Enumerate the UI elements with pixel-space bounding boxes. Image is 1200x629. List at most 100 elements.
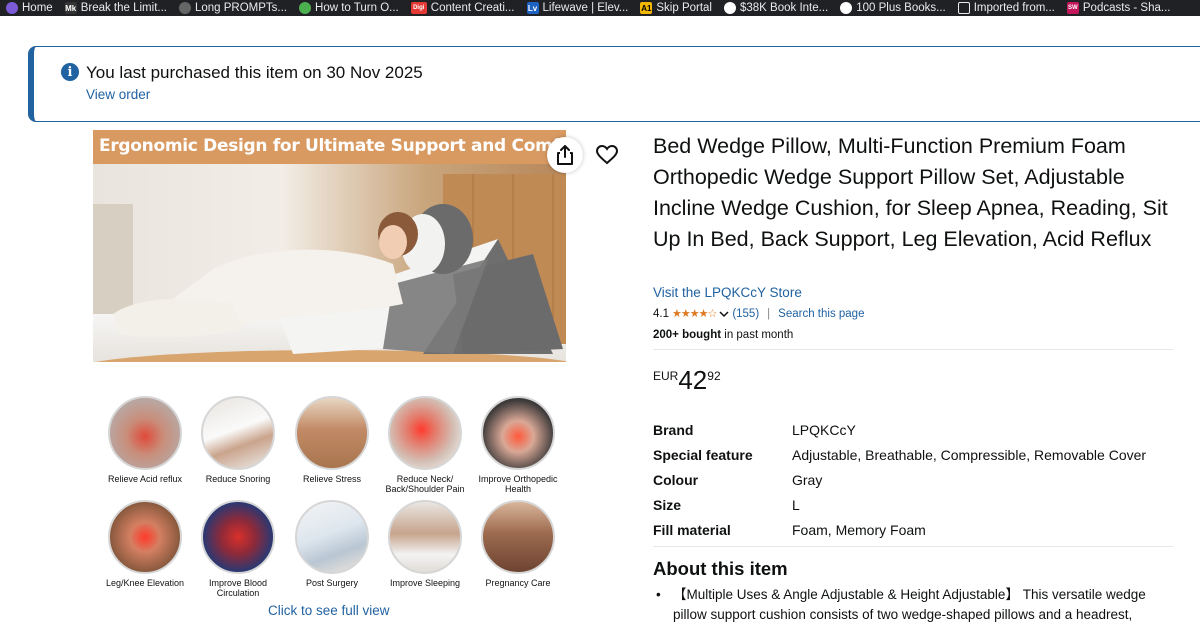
spec-value: LPQKCcY (792, 421, 856, 438)
bookmark-how-to-turn[interactable]: How to Turn O... (293, 0, 405, 16)
spec-row-size: Size L (653, 492, 1146, 517)
rating-row: 4.1 ★★★★☆ (155) | Search this page (653, 307, 864, 321)
stress-image (295, 396, 369, 470)
bookmark-label: Imported from... (973, 2, 1055, 14)
spec-key: Fill material (653, 521, 731, 538)
prompt-icon (178, 2, 191, 14)
bookmark-long-prompts[interactable]: Long PROMPTs... (173, 0, 293, 16)
post-surgery-image (295, 500, 369, 574)
divider (653, 349, 1173, 350)
info-icon: i (61, 63, 79, 81)
sleeping-image (388, 500, 462, 574)
blood-circulation-image (201, 500, 275, 574)
benefit-label: Relieve Stress (302, 474, 362, 484)
skip-icon: A1 (640, 2, 653, 14)
price-fraction: 92 (707, 369, 721, 383)
benefit-post-surgery: Post Surgery (285, 500, 379, 588)
bookmark-content-creation[interactable]: Digi Content Creati... (405, 0, 521, 16)
spec-row-brand: Brand LPQKCcY (653, 417, 1146, 442)
mk-icon: Mk (64, 2, 77, 14)
search-this-page-link[interactable]: Search this page (778, 308, 864, 320)
bought-count: 200+ bought in past month (653, 329, 793, 341)
bookmark-label: Podcasts - Sha... (1082, 2, 1171, 14)
price: EUR 42 92 (653, 366, 721, 394)
view-order-link[interactable]: View order (86, 87, 150, 102)
spec-row-colour: Colour Gray (653, 467, 1146, 492)
bookmark-label: 100 Plus Books... (856, 2, 946, 14)
benefit-label: Pregnancy Care (485, 578, 551, 588)
rating-value: 4.1 (653, 307, 669, 320)
purchase-notice: i You last purchased this item on 30 Nov… (28, 46, 1200, 122)
chevron-down-icon[interactable] (719, 310, 729, 318)
about-this-item-heading: About this item (653, 558, 788, 579)
acid-reflux-image (108, 396, 182, 470)
benefit-relieve-stress: Relieve Stress (285, 396, 379, 484)
store-link[interactable]: Visit the LPQKCcY Store (653, 285, 802, 300)
separator: | (767, 307, 771, 320)
bookmark-label: Skip Portal (656, 2, 712, 14)
lifewave-icon: Lv (526, 2, 539, 14)
price-whole: 42 (678, 365, 708, 395)
sw-icon: SW (1066, 2, 1079, 14)
share-button[interactable] (547, 137, 583, 173)
about-bullet: 【Multiple Uses & Angle Adjustable & Heig… (653, 585, 1163, 625)
bookmark-100-plus-books[interactable]: 100 Plus Books... (834, 0, 952, 16)
benefit-label: Leg/Knee Elevation (105, 578, 185, 588)
benefit-label: Reduce Neck/ Back/Shoulder Pain (385, 474, 465, 494)
wedge-pillow-illustration (93, 174, 566, 354)
image-banner-text: Ergonomic Design for Ultimate Support an… (93, 130, 566, 164)
spec-row-fill-material: Fill material Foam, Memory Foam (653, 517, 1146, 542)
spec-value: L (792, 496, 800, 513)
spec-key: Size (653, 496, 682, 513)
divider (653, 546, 1173, 547)
benefit-label: Improve Orthopedic Health (478, 474, 558, 494)
orthopedic-image (481, 396, 555, 470)
spec-key: Colour (653, 471, 699, 488)
bookmark-label: Lifewave | Elev... (542, 2, 629, 14)
bookmark-lifewave[interactable]: Lv Lifewave | Elev... (521, 0, 635, 16)
benefit-reduce-neck-pain: Reduce Neck/ Back/Shoulder Pain (378, 396, 472, 494)
knee-image (108, 500, 182, 574)
bookmark-skip-portal[interactable]: A1 Skip Portal (634, 0, 718, 16)
benefit-label: Improve Blood Circulation (208, 578, 268, 598)
pregnancy-image (481, 500, 555, 574)
folder-icon (957, 2, 970, 14)
spec-value: Adjustable, Breathable, Compressible, Re… (792, 446, 1147, 463)
bookmark-podcasts[interactable]: SW Podcasts - Sha... (1061, 0, 1177, 16)
benefit-blood-circulation: Improve Blood Circulation (191, 500, 285, 598)
main-product-image[interactable]: Ergonomic Design for Ultimate Support an… (93, 130, 566, 362)
bookmark-label: Content Creati... (430, 2, 515, 14)
bookmark-home[interactable]: Home (0, 0, 59, 16)
bought-count-bold: 200+ bought (653, 329, 722, 341)
neck-pain-image (388, 396, 462, 470)
books-icon (840, 2, 853, 14)
benefit-orthopedic-health: Improve Orthopedic Health (471, 396, 565, 494)
spec-value: Gray (792, 471, 823, 488)
book-icon (723, 2, 736, 14)
star-rating-icon[interactable]: ★★★★☆ (672, 307, 717, 320)
bookmark-break-the-limit[interactable]: Mk Break the Limit... (59, 0, 173, 16)
wishlist-button[interactable] (589, 137, 625, 173)
bookmarks-bar: Home Mk Break the Limit... Long PROMPTs.… (0, 0, 1200, 16)
benefit-pregnancy-care: Pregnancy Care (471, 500, 565, 588)
bookmark-imported[interactable]: Imported from... (952, 0, 1061, 16)
bookmark-label: Break the Limit... (80, 2, 167, 14)
purchase-notice-message: You last purchased this item on 30 Nov 2… (86, 63, 423, 82)
product-specs: Brand LPQKCcY Special feature Adjustable… (653, 417, 1146, 542)
bookmark-book-interview[interactable]: $38K Book Inte... (718, 0, 834, 16)
benefit-relieve-acid-reflux: Relieve Acid reflux (98, 396, 192, 484)
benefit-label: Improve Sleeping (389, 578, 461, 588)
benefit-label: Reduce Snoring (205, 474, 271, 484)
product-title: Bed Wedge Pillow, Multi-Function Premium… (653, 134, 1168, 251)
home-icon (6, 2, 18, 14)
bookmark-label: How to Turn O... (315, 2, 399, 14)
share-icon (557, 145, 573, 165)
spec-value: Foam, Memory Foam (792, 521, 926, 538)
benefit-reduce-snoring: Reduce Snoring (191, 396, 285, 484)
full-view-link[interactable]: Click to see full view (268, 603, 390, 618)
about-bullets: 【Multiple Uses & Angle Adjustable & Heig… (653, 585, 1163, 625)
review-count-link[interactable]: (155) (732, 308, 759, 320)
bought-count-rest: in past month (721, 329, 794, 341)
spec-key: Brand (653, 421, 694, 438)
bookmark-label: Home (22, 2, 53, 14)
